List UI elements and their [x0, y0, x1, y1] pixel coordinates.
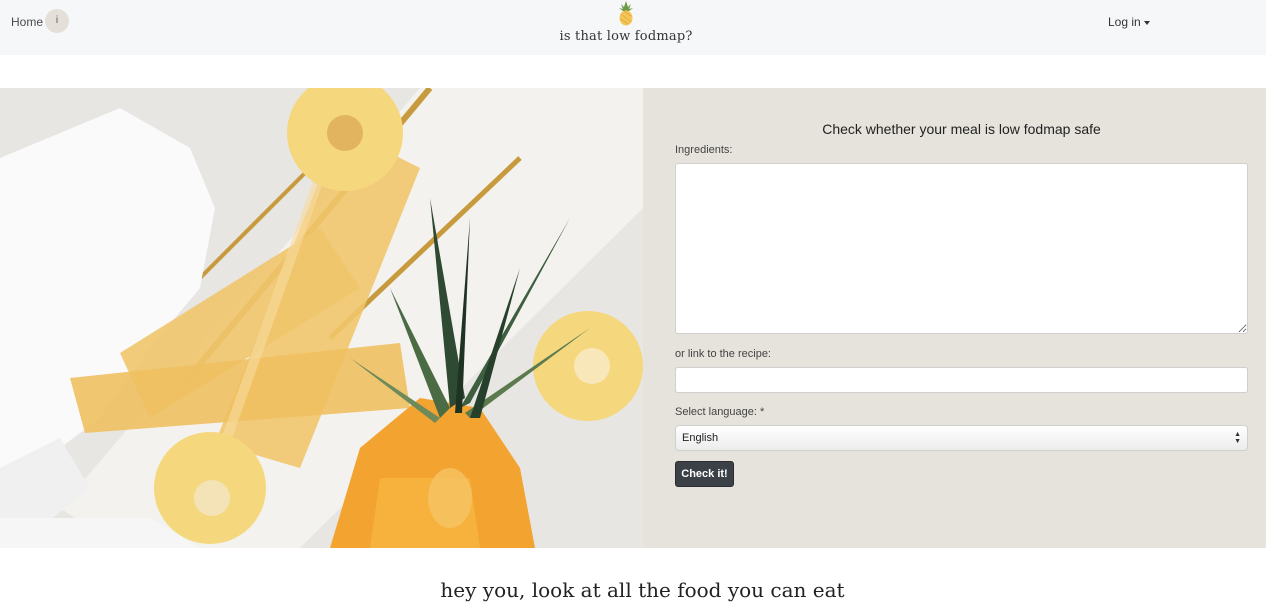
- recipe-link-label: or link to the recipe:: [675, 348, 771, 360]
- navbar: Home i is that low fodmap? Log in: [0, 0, 1266, 55]
- select-arrows-icon: ▲ ▼: [1234, 431, 1241, 445]
- language-label: Select language: *: [675, 406, 765, 418]
- hero-photo: [0, 88, 643, 548]
- brand[interactable]: is that low fodmap?: [526, 0, 726, 55]
- ingredients-label: Ingredients:: [675, 144, 733, 156]
- login-label: Log in: [1108, 15, 1141, 29]
- pineapple-icon: [619, 1, 633, 26]
- pineapple-popsicles-image: [0, 88, 643, 548]
- ingredients-textarea[interactable]: [675, 163, 1248, 334]
- brand-title: is that low fodmap?: [559, 29, 693, 44]
- language-selected-value: English: [682, 432, 719, 444]
- language-select[interactable]: English ▲ ▼: [675, 425, 1248, 451]
- home-link[interactable]: Home: [11, 15, 43, 29]
- login-dropdown[interactable]: Log in: [1108, 15, 1150, 29]
- tagline: hey you, look at all the food you can ea…: [440, 578, 845, 602]
- recipe-link-input[interactable]: [675, 367, 1248, 393]
- hero-section: Check whether your meal is low fodmap sa…: [0, 88, 1266, 548]
- form-title: Check whether your meal is low fodmap sa…: [822, 121, 1101, 137]
- check-it-button[interactable]: Check it!: [675, 461, 734, 487]
- info-button[interactable]: i: [45, 9, 69, 33]
- caret-down-icon: [1143, 20, 1150, 25]
